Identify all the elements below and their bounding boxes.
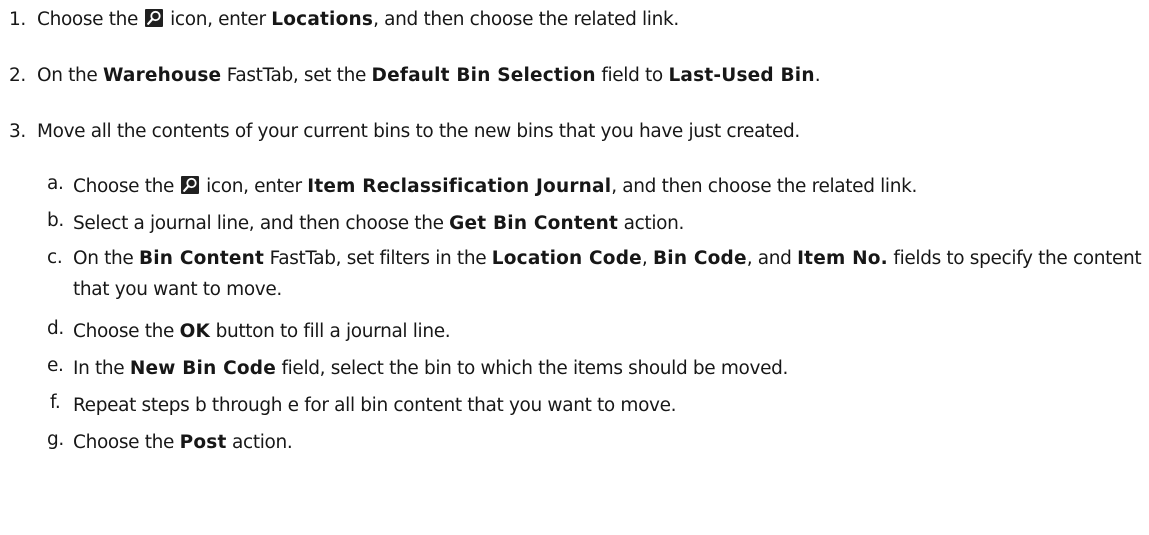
step-text: Move all the contents of your current bi… [37, 121, 800, 142]
step-text: , and then choose the related link. [373, 9, 679, 30]
ui-term: Last-Used Bin [668, 65, 815, 86]
substep-text: Choose the icon, enter Item Reclassifica… [73, 173, 1143, 201]
substep-text-part: Select a journal line, and then choose t… [73, 213, 450, 234]
substep-text-part: , and [746, 248, 798, 269]
substep-text-part: , [641, 248, 653, 269]
substep-text-part: action. [226, 432, 293, 453]
step-text: field to [595, 65, 669, 86]
step-number: 1. [9, 9, 26, 30]
substep-letter: g. [47, 429, 64, 450]
step-1: 1. Choose the icon, enter Locations, and … [9, 9, 679, 30]
step-text: Choose the [37, 9, 144, 30]
ui-term: Get Bin Content [449, 213, 619, 234]
substep-text: Choose the Post action. [73, 429, 1143, 457]
substep-letter: d. [47, 318, 64, 339]
substep-letter: b. [47, 210, 64, 231]
ui-term: Locations [271, 9, 374, 30]
substep-text-part: icon, enter [200, 176, 308, 197]
substep-text-part: Choose the [73, 176, 180, 197]
substep-text-part: , and then choose the related link. [611, 176, 917, 197]
substep-text-part: In the [73, 358, 130, 379]
substep-text-part: field, select the bin to which the items… [275, 358, 789, 379]
step-3: 3. Move all the contents of your current … [9, 121, 800, 142]
search-icon [144, 9, 163, 27]
ui-term: Default Bin Selection [371, 65, 596, 86]
step-text: FastTab, set the [221, 65, 372, 86]
ui-term: Post [179, 432, 227, 453]
substep-text-part: Choose the [73, 321, 180, 342]
substep-text-part: On the [73, 248, 139, 269]
substep-text-part: Choose the [73, 432, 180, 453]
ui-term: New Bin Code [129, 358, 276, 379]
substep-text: Repeat steps b through e for all bin con… [73, 392, 1143, 420]
substep-letter: f. [50, 392, 61, 413]
step-text: On the [37, 65, 103, 86]
ui-term: Warehouse [102, 65, 222, 86]
ui-term: Item Reclassification Journal [307, 176, 612, 197]
ui-term: Bin Code [652, 248, 747, 269]
step-text: . [814, 65, 821, 86]
ui-term: Bin Content [138, 248, 265, 269]
substep-letter: e. [47, 355, 64, 376]
substep-text: Select a journal line, and then choose t… [73, 210, 1143, 238]
substep-text-part: button to fill a journal line. [210, 321, 451, 342]
substep-letter: c. [47, 247, 63, 268]
substep-text-part: action. [618, 213, 685, 234]
substep-text-part: Repeat steps b through e for all bin con… [73, 395, 677, 416]
substep-text-part: FastTab, set filters in the [264, 248, 492, 269]
ui-term: Location Code [491, 248, 642, 269]
ui-term: Item No. [797, 248, 888, 269]
step-number: 2. [9, 65, 26, 86]
substep-text: On the Bin Content FastTab, set filters … [73, 243, 1143, 305]
step-text: icon, enter [164, 9, 272, 30]
instructions-document: 1. Choose the icon, enter Locations, and … [0, 0, 1149, 535]
substep-text: Choose the OK button to fill a journal l… [73, 318, 1143, 346]
ui-term: OK [179, 321, 211, 342]
step-2: 2. On the Warehouse FastTab, set the Defa… [9, 65, 821, 86]
search-icon [180, 176, 199, 194]
substep-text: In the New Bin Code field, select the bi… [73, 355, 1143, 383]
step-number: 3. [9, 121, 26, 142]
substep-letter: a. [47, 173, 64, 194]
